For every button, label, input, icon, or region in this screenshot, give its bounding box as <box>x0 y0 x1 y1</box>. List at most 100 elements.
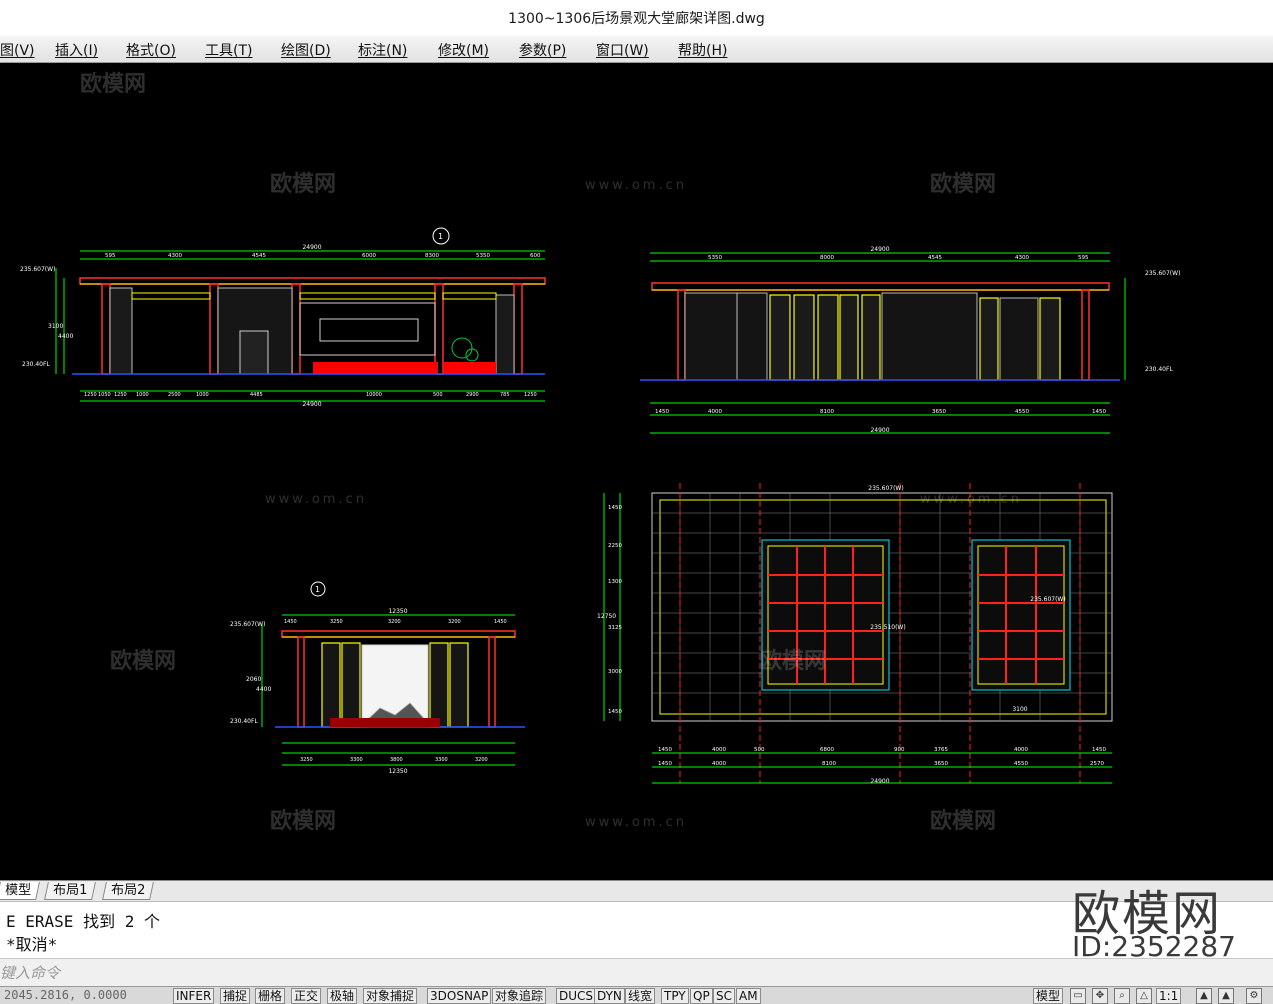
tab-model[interactable]: 模型 <box>0 882 40 900</box>
tab-layout1[interactable]: 布局1 <box>44 882 97 900</box>
wm-brand-4: 欧模网 <box>110 648 176 674</box>
side-top-dim-3: 3200 <box>388 619 401 625</box>
annotation-visibility-icon[interactable]: ▲ <box>1196 988 1212 1004</box>
elev1-top-dim-3: 4545 <box>252 253 266 259</box>
plan-left-6: 1450 <box>608 709 622 715</box>
elev2-total-dim-bottom: 24900 <box>870 427 889 434</box>
elev1-level-bottom: 230.40FL <box>22 361 50 368</box>
side-height-2: 4400 <box>256 686 271 693</box>
plan-level-2: 235.510(W) <box>870 624 905 631</box>
toggle-otrack[interactable]: 对象追踪 <box>492 988 547 1004</box>
side-level-top: 235.607(W) <box>230 621 265 628</box>
zoom-icon[interactable]: ⌕ <box>1114 988 1130 1004</box>
menu-modify[interactable]: 修改(M) <box>438 40 489 60</box>
plan-left-3: 1300 <box>608 579 622 585</box>
wm-url-2: www.om.cn <box>265 492 367 507</box>
command-line-1: E ERASE 找到 2 个 <box>6 912 160 931</box>
tab-layout1-label: 布局1 <box>53 883 88 898</box>
annotation-autoscale-icon[interactable]: ▲ <box>1218 988 1234 1004</box>
elev1-bot-dim-12: 1250 <box>524 392 537 398</box>
menu-parameters[interactable]: 参数(P) <box>519 40 566 60</box>
plan-total-v: 12750 <box>597 613 616 620</box>
toggle-sc[interactable]: SC <box>713 988 735 1004</box>
elevation-side: 12350 12350 235.607(W) 230.40FL 2060 440… <box>230 581 525 775</box>
menu-bar: 图(V) 插入(I) 格式(O) 工具(T) 绘图(D) 标注(N) 修改(M)… <box>0 36 1273 63</box>
plan-row1-5: 900 <box>894 747 905 753</box>
tab-layout2[interactable]: 布局2 <box>102 882 155 900</box>
layout-icon[interactable]: ▭ <box>1070 988 1086 1004</box>
toggle-ortho[interactable]: 正交 <box>291 988 322 1004</box>
plan-row2-2: 4000 <box>712 761 726 767</box>
elev1-bot-dim-8: 10000 <box>366 392 382 398</box>
elev1-total-dim: 24900 <box>302 244 321 251</box>
plan-row1-1: 1450 <box>658 747 672 753</box>
plan-row2-5: 4550 <box>1014 761 1028 767</box>
command-line-2: *取消* <box>6 935 58 954</box>
annotation-scale[interactable]: 1:1 <box>1156 988 1182 1004</box>
toggle-3dosnap[interactable]: 3DOSNAP <box>427 988 492 1004</box>
menu-help[interactable]: 帮助(H) <box>678 40 727 60</box>
toggle-am[interactable]: AM <box>736 988 761 1004</box>
menu-dimension[interactable]: 标注(N) <box>358 40 407 60</box>
annotation-scale-icon[interactable]: △ <box>1136 988 1152 1004</box>
toggle-qp[interactable]: QP <box>690 988 713 1004</box>
elev2-level-bottom: 230.40FL <box>1145 366 1173 373</box>
section-mark-2: 1 <box>315 585 320 594</box>
toggle-polar[interactable]: 极轴 <box>327 988 358 1004</box>
plan-level-1: 235.607(W) <box>868 485 903 492</box>
toggle-snap[interactable]: 捕捉 <box>220 988 251 1004</box>
elev2-bot-dim-5: 4550 <box>1015 409 1029 415</box>
elev1-bot-dim-5: 2500 <box>168 392 181 398</box>
elev1-bot-dim-2: 1050 <box>98 392 111 398</box>
toggle-infer[interactable]: INFER <box>173 988 215 1004</box>
menu-insert[interactable]: 插入(I) <box>55 40 98 60</box>
elev1-bot-dim-6: 1000 <box>196 392 209 398</box>
plan-row1-8: 1450 <box>1092 747 1106 753</box>
workspace-gear-icon[interactable]: ⚙ <box>1246 988 1262 1004</box>
side-height-1: 2060 <box>246 676 261 683</box>
toggle-tpy[interactable]: TPY <box>661 988 689 1004</box>
plan-row2-4: 3650 <box>934 761 948 767</box>
menu-draw[interactable]: 绘图(D) <box>281 40 331 60</box>
side-bot-dim-2: 3300 <box>350 757 363 763</box>
command-input[interactable]: 键入命令 <box>0 962 60 983</box>
wm-brand-7: 欧模网 <box>930 808 996 834</box>
plan-row1-2: 4000 <box>712 747 726 753</box>
pan-icon[interactable]: ✥ <box>1092 988 1108 1004</box>
roof-plan: 24900 235.607(W) 235.510(W) 235.607(W) 3… <box>597 483 1113 785</box>
elev1-height-1: 3100 <box>48 323 63 330</box>
tab-layout2-label: 布局2 <box>111 883 146 898</box>
elev2-top-dim-5: 595 <box>1078 255 1089 261</box>
cad-drawing: 24900 24900 235.607(W) 230.40FL 3100 440… <box>20 71 1180 834</box>
elev2-top-dim-3: 4545 <box>928 255 942 261</box>
tab-model-label: 模型 <box>5 883 32 898</box>
side-bot-dim-5: 3200 <box>475 757 488 763</box>
elev2-bot-dim-3: 8100 <box>820 409 834 415</box>
toggle-osnap[interactable]: 对象捕捉 <box>363 988 418 1004</box>
elev2-bot-dim-1: 1450 <box>655 409 669 415</box>
model-space-button[interactable]: 模型 <box>1033 988 1064 1004</box>
toggle-lineweight[interactable]: 线宽 <box>625 988 656 1004</box>
elev1-top-dim-4: 6000 <box>362 253 376 259</box>
plan-row1-6: 3765 <box>934 747 948 753</box>
elev1-height-2: 4400 <box>58 333 73 340</box>
toggle-dyn[interactable]: DYN <box>594 988 625 1004</box>
plan-left-1: 1450 <box>608 505 622 511</box>
menu-view[interactable]: 图(V) <box>0 40 35 60</box>
window-title: 1300~1306后场景观大堂廊架详图.dwg <box>508 11 765 27</box>
elev1-bot-dim-7: 4485 <box>250 392 263 398</box>
plan-row2-6: 2570 <box>1090 761 1104 767</box>
plan-left-4: 3125 <box>608 625 622 631</box>
menu-window[interactable]: 窗口(W) <box>596 40 649 60</box>
drawing-canvas[interactable]: 24900 24900 235.607(W) 230.40FL 3100 440… <box>0 63 1273 880</box>
toggle-grid[interactable]: 栅格 <box>255 988 286 1004</box>
drawing-watermarks: 欧模网 欧模网 欧模网 欧模网 欧模网 欧模网 欧模网 www.om.cn ww… <box>80 71 1019 834</box>
elev1-bot-dim-9: 500 <box>433 392 443 398</box>
elev1-bot-dim-11: 785 <box>500 392 510 398</box>
side-top-dim-5: 1450 <box>494 619 507 625</box>
toggle-ducs[interactable]: DUCS <box>556 988 597 1004</box>
menu-tools[interactable]: 工具(T) <box>205 40 252 60</box>
menu-format[interactable]: 格式(O) <box>126 40 176 60</box>
wm-brand-2: 欧模网 <box>270 171 336 197</box>
plan-row1-7: 4000 <box>1014 747 1028 753</box>
